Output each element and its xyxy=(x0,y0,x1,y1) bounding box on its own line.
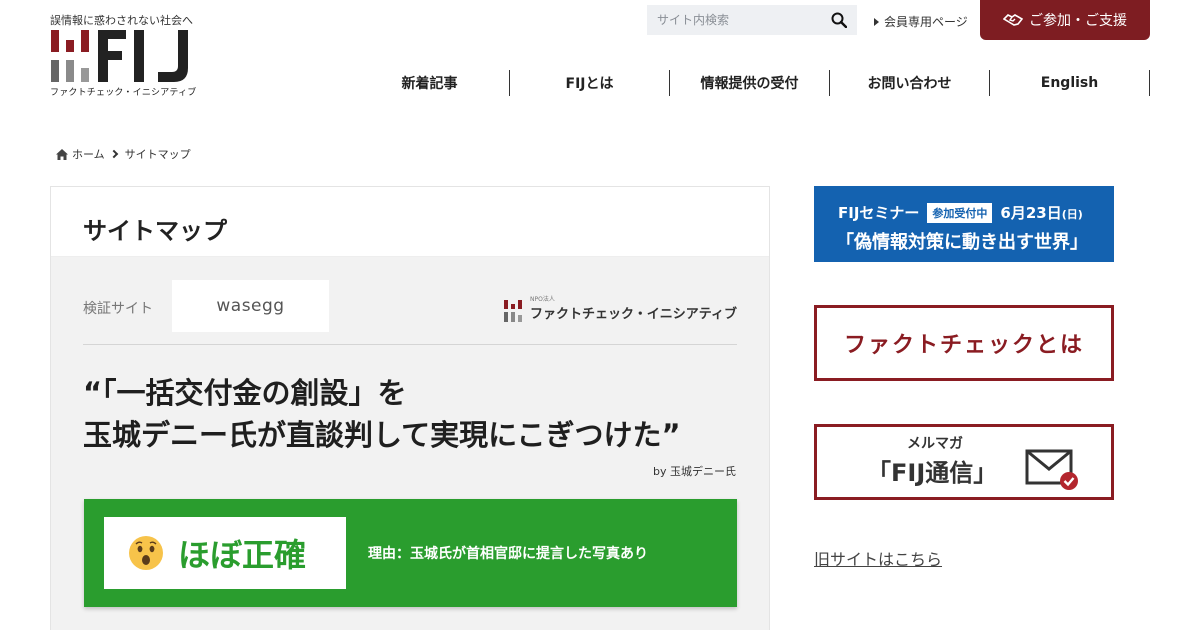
join-support-button[interactable]: ご参加・ご支援 xyxy=(980,0,1150,40)
npo-label: NPO法人 xyxy=(530,296,555,303)
nav-item-about[interactable]: FIJとは xyxy=(510,70,670,96)
breadcrumb: ホーム サイトマップ xyxy=(56,146,191,162)
page: 誤情報に惑わされない社会へ ファクトチェック・イニシアティブ 会員専用ページ xyxy=(0,0,1200,630)
search-input[interactable] xyxy=(647,5,827,35)
handshake-icon xyxy=(1003,14,1023,26)
seminar-badge: 参加受付中 xyxy=(927,202,993,223)
nav-item-english[interactable]: English xyxy=(990,70,1150,96)
verdict-banner: ほぼ正確 理由：玉城氏が首相官邸に提言した写真あり xyxy=(84,499,737,607)
seminar-banner[interactable]: FIJセミナー 参加受付中 6月23日(日) 「偽情報対策に動き出す世界」 xyxy=(814,186,1114,262)
logo-subtitle: ファクトチェック・イニシアティブ xyxy=(50,88,197,98)
seminar-weekday: (日) xyxy=(1061,208,1083,221)
member-page-label: 会員専用ページ xyxy=(884,15,968,29)
newsletter-title: 「FIJ通信」 xyxy=(867,459,998,487)
claim-line-1: “「一括交付金の創設」を xyxy=(83,376,407,410)
surprised-face-icon xyxy=(129,536,163,570)
wasegg-logo: wasegg xyxy=(172,280,329,332)
claim-author: by 玉城デニー氏 xyxy=(653,465,736,478)
search-icon[interactable] xyxy=(831,12,847,28)
site-search xyxy=(647,5,857,35)
home-icon xyxy=(56,148,68,160)
join-support-label: ご参加・ご支援 xyxy=(1029,13,1127,29)
mail-check-icon xyxy=(1025,449,1078,490)
npo-logo: NPO法人 ファクトチェック・イニシアティブ xyxy=(504,294,737,322)
nav-item-submit-info[interactable]: 情報提供の受付 xyxy=(670,70,830,96)
member-page-link[interactable]: 会員専用ページ xyxy=(874,13,968,30)
npo-name: ファクトチェック・イニシアティブ xyxy=(530,307,737,322)
divider xyxy=(83,344,737,345)
nav-item-contact[interactable]: お問い合わせ xyxy=(830,70,990,96)
what-is-factcheck-banner[interactable]: ファクトチェックとは xyxy=(814,305,1114,381)
chevron-right-icon xyxy=(109,149,118,159)
card-header: サイトマップ xyxy=(51,187,769,257)
verdict-box: ほぼ正確 xyxy=(104,517,346,589)
breadcrumb-home[interactable]: ホーム xyxy=(72,146,105,162)
caret-right-icon xyxy=(874,17,879,26)
tagline: 誤情報に惑わされない社会へ xyxy=(50,14,193,27)
newsletter-small-label: メルマガ xyxy=(907,436,963,452)
seminar-title: FIJセミナー xyxy=(838,204,920,222)
page-title: サイトマップ xyxy=(83,217,227,245)
verifier-row: 検証サイト wasegg NPO法人 ファクトチェック・イニシアティブ xyxy=(83,280,737,332)
fij-logo-mark xyxy=(51,30,188,82)
main-card: サイトマップ 検証サイト wasegg NPO法人 ファクトチェック・イニシアテ… xyxy=(50,186,770,630)
main-nav: 新着記事 FIJとは 情報提供の受付 お問い合わせ English xyxy=(350,70,1150,96)
verifier-label: 検証サイト xyxy=(83,301,153,317)
seminar-subtitle: 「偽情報対策に動き出す世界」 xyxy=(836,232,1088,253)
old-site-link[interactable]: 旧サイトはこちら xyxy=(814,546,942,570)
nav-item-news[interactable]: 新着記事 xyxy=(350,70,510,96)
breadcrumb-current: サイトマップ xyxy=(124,148,191,161)
claim-text: “「一括交付金の創設」を 玉城デニー氏が直談判して実現にこぎつけた” xyxy=(83,372,681,456)
fij-mark-icon xyxy=(504,300,523,322)
claim-line-2: 玉城デニー氏が直談判して実現にこぎつけた” xyxy=(83,418,681,452)
verdict-reason: 理由：玉城氏が首相官邸に提言した写真あり xyxy=(368,546,648,562)
verdict-label: ほぼ正確 xyxy=(178,536,307,574)
newsletter-banner[interactable]: メルマガ 「FIJ通信」 xyxy=(814,424,1114,500)
seminar-date: 6月23日(日) xyxy=(1000,204,1083,222)
